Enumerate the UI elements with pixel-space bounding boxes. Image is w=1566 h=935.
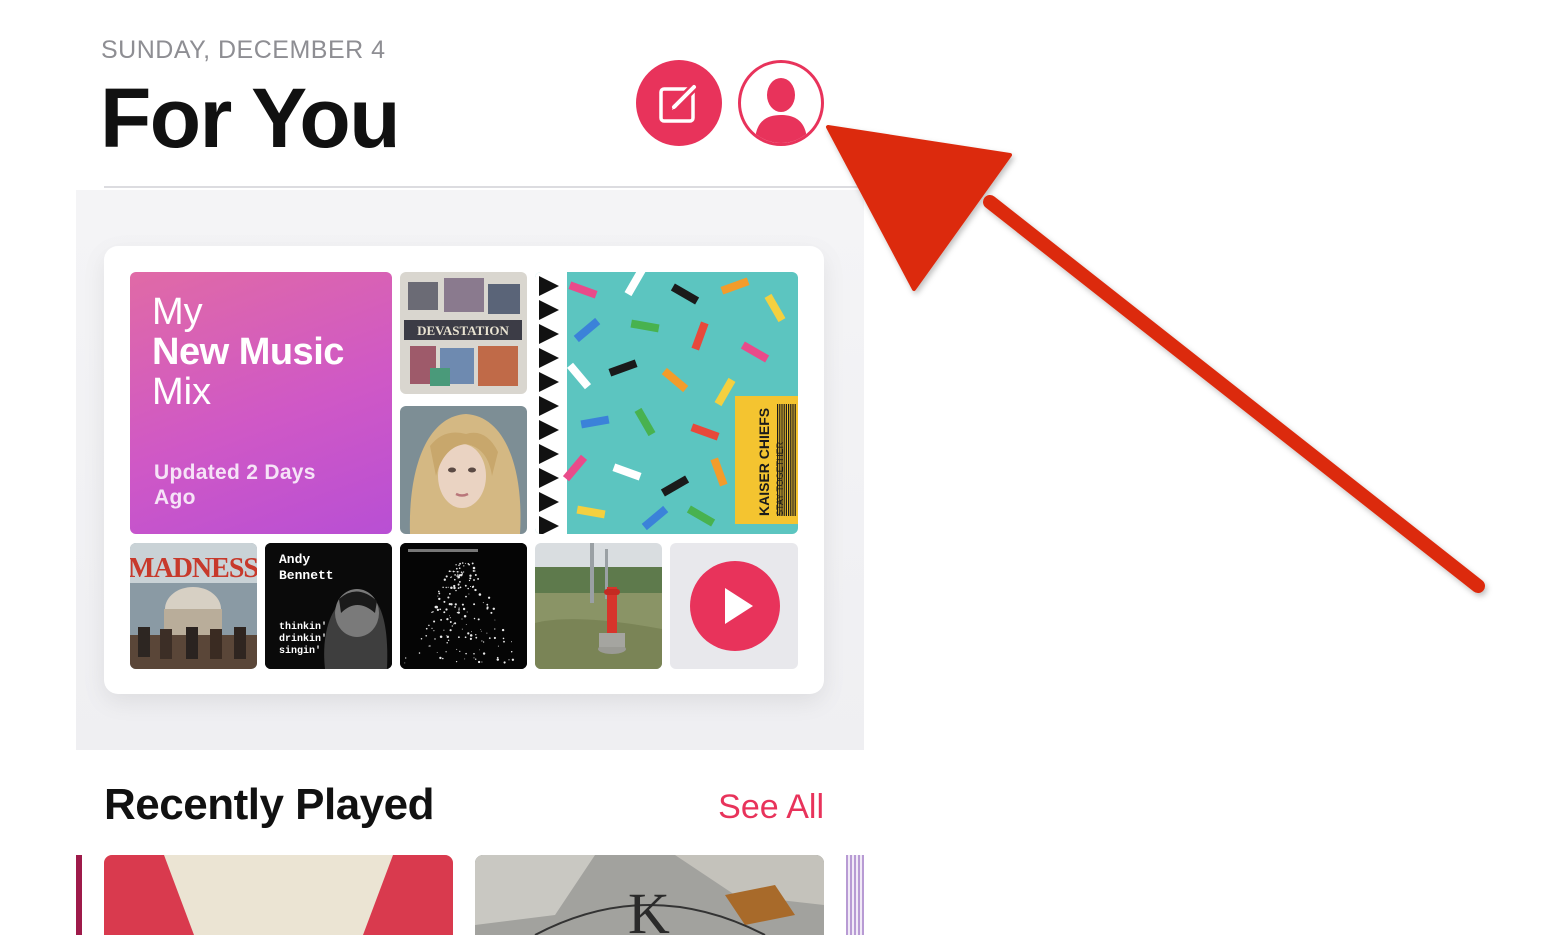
annotation-arrow: [826, 125, 1485, 593]
